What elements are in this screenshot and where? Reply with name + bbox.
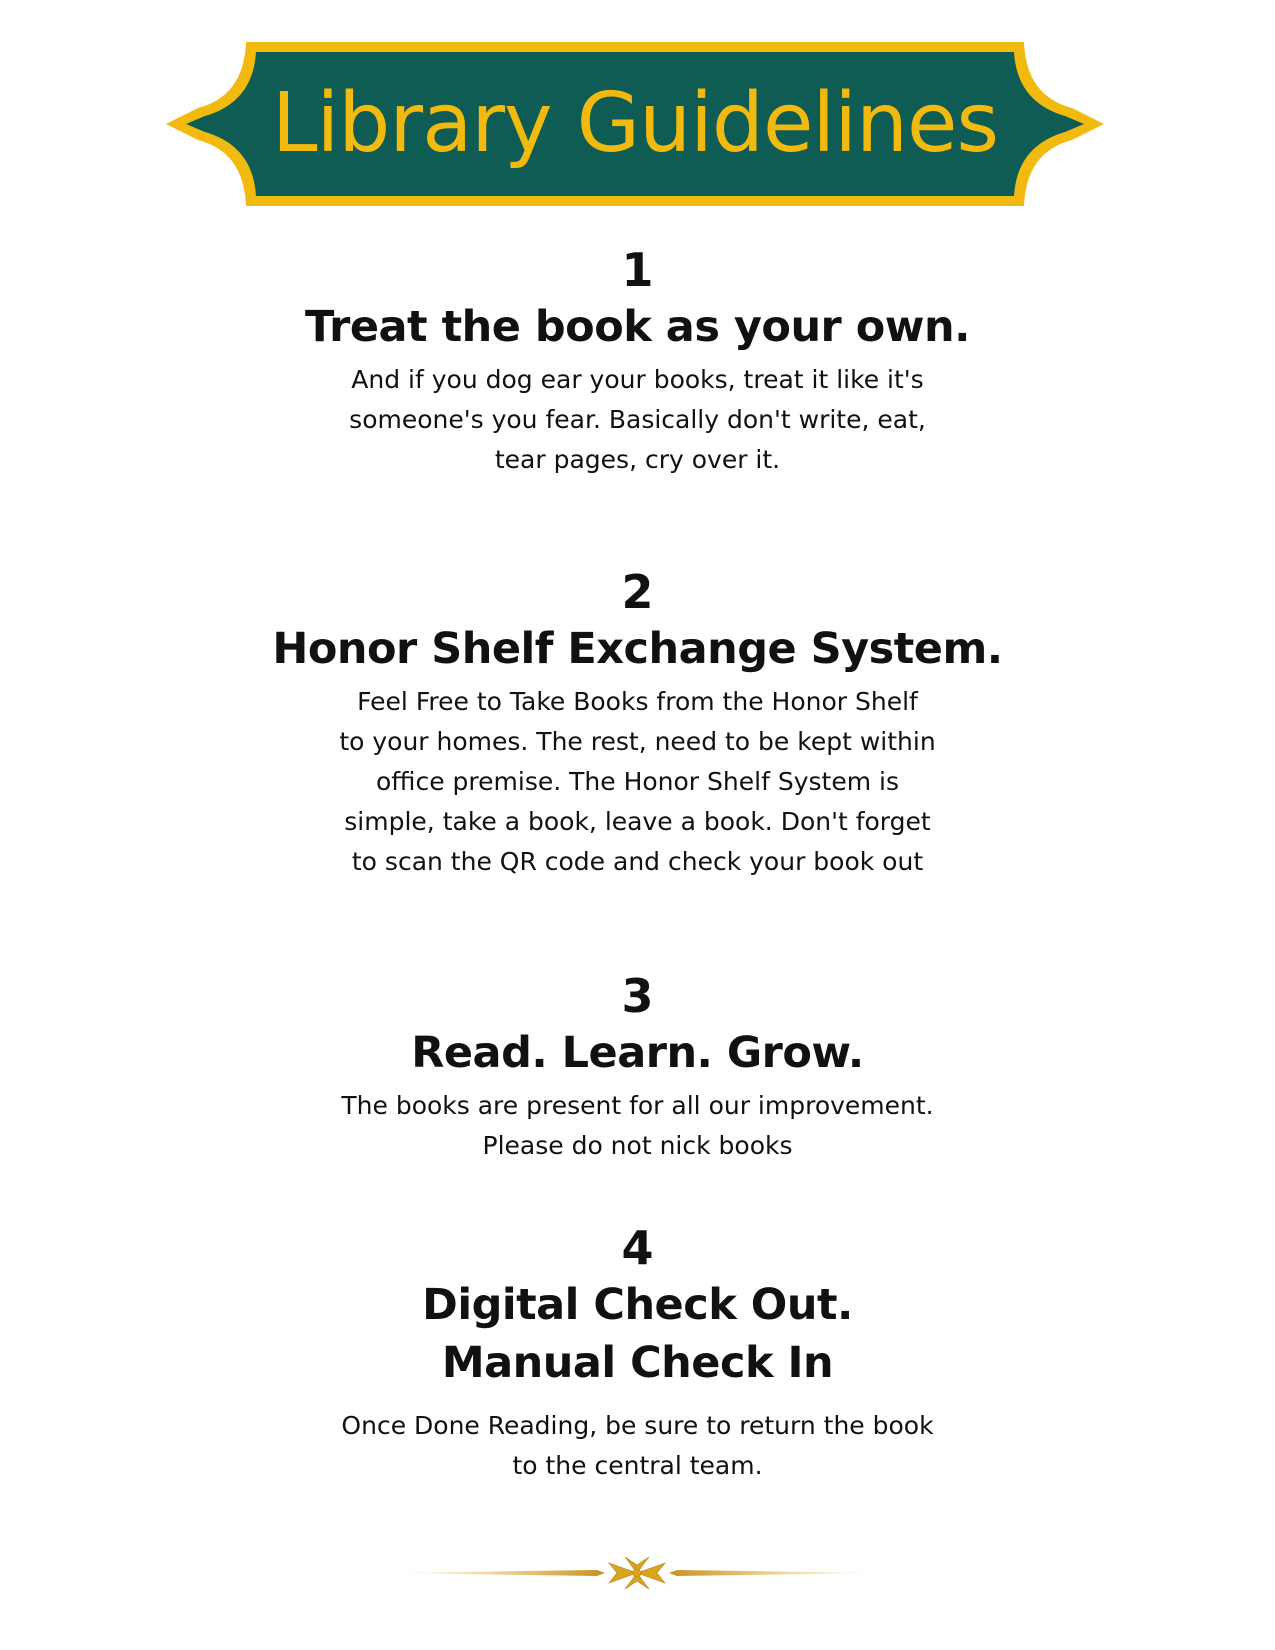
guideline-number: 1 — [621, 243, 654, 297]
ornament-icon — [387, 1556, 887, 1590]
heading-line: Treat the book as your own. — [305, 302, 970, 352]
page-title: Library Guidelines — [271, 76, 999, 171]
body-line: office premise. The Honor Shelf System i… — [376, 767, 899, 796]
body-line: to scan the QR code and check your book … — [351, 847, 924, 876]
body-line: to your homes. The rest, need to be kept… — [339, 727, 936, 756]
guideline-number: 2 — [621, 565, 654, 619]
body-line: Please do not nick books — [482, 1131, 793, 1160]
guideline-heading: Honor Shelf Exchange System. — [0, 620, 1275, 678]
body-line: simple, take a book, leave a book. Don't… — [344, 807, 931, 836]
guideline-body: Once Done Reading, be sure to return the… — [0, 1406, 1275, 1486]
guideline-3: 3 Read. Learn. Grow. The books are prese… — [0, 968, 1275, 1166]
body-line: Once Done Reading, be sure to return the… — [341, 1411, 934, 1440]
heading-line: Honor Shelf Exchange System. — [272, 624, 1003, 674]
guideline-heading: Treat the book as your own. — [0, 298, 1275, 356]
body-line: to the central team. — [512, 1451, 763, 1480]
heading-line: Read. Learn. Grow. — [411, 1028, 864, 1078]
heading-line: Manual Check In — [441, 1338, 834, 1388]
ornament-divider — [387, 1553, 887, 1593]
title-banner: Library Guidelines — [160, 36, 1110, 212]
guideline-number: 4 — [621, 1221, 654, 1275]
heading-line: Digital Check Out. — [422, 1280, 853, 1330]
guideline-heading: Read. Learn. Grow. — [0, 1024, 1275, 1082]
body-line: The books are present for all our improv… — [341, 1091, 934, 1120]
body-line: tear pages, cry over it. — [494, 445, 781, 474]
body-line: someone's you fear. Basically don't writ… — [349, 405, 926, 434]
guideline-body: Feel Free to Take Books from the Honor S… — [0, 682, 1275, 882]
guideline-4: 4 Digital Check Out. Manual Check In Onc… — [0, 1220, 1275, 1486]
guideline-body: And if you dog ear your books, treat it … — [0, 360, 1275, 480]
guideline-heading: Digital Check Out. Manual Check In — [0, 1276, 1275, 1392]
guideline-1: 1 Treat the book as your own. And if you… — [0, 242, 1275, 480]
guideline-2: 2 Honor Shelf Exchange System. Feel Free… — [0, 564, 1275, 882]
guideline-number: 3 — [621, 969, 654, 1023]
guideline-body: The books are present for all our improv… — [0, 1086, 1275, 1166]
body-line: Feel Free to Take Books from the Honor S… — [357, 687, 918, 716]
body-line: And if you dog ear your books, treat it … — [351, 365, 924, 394]
